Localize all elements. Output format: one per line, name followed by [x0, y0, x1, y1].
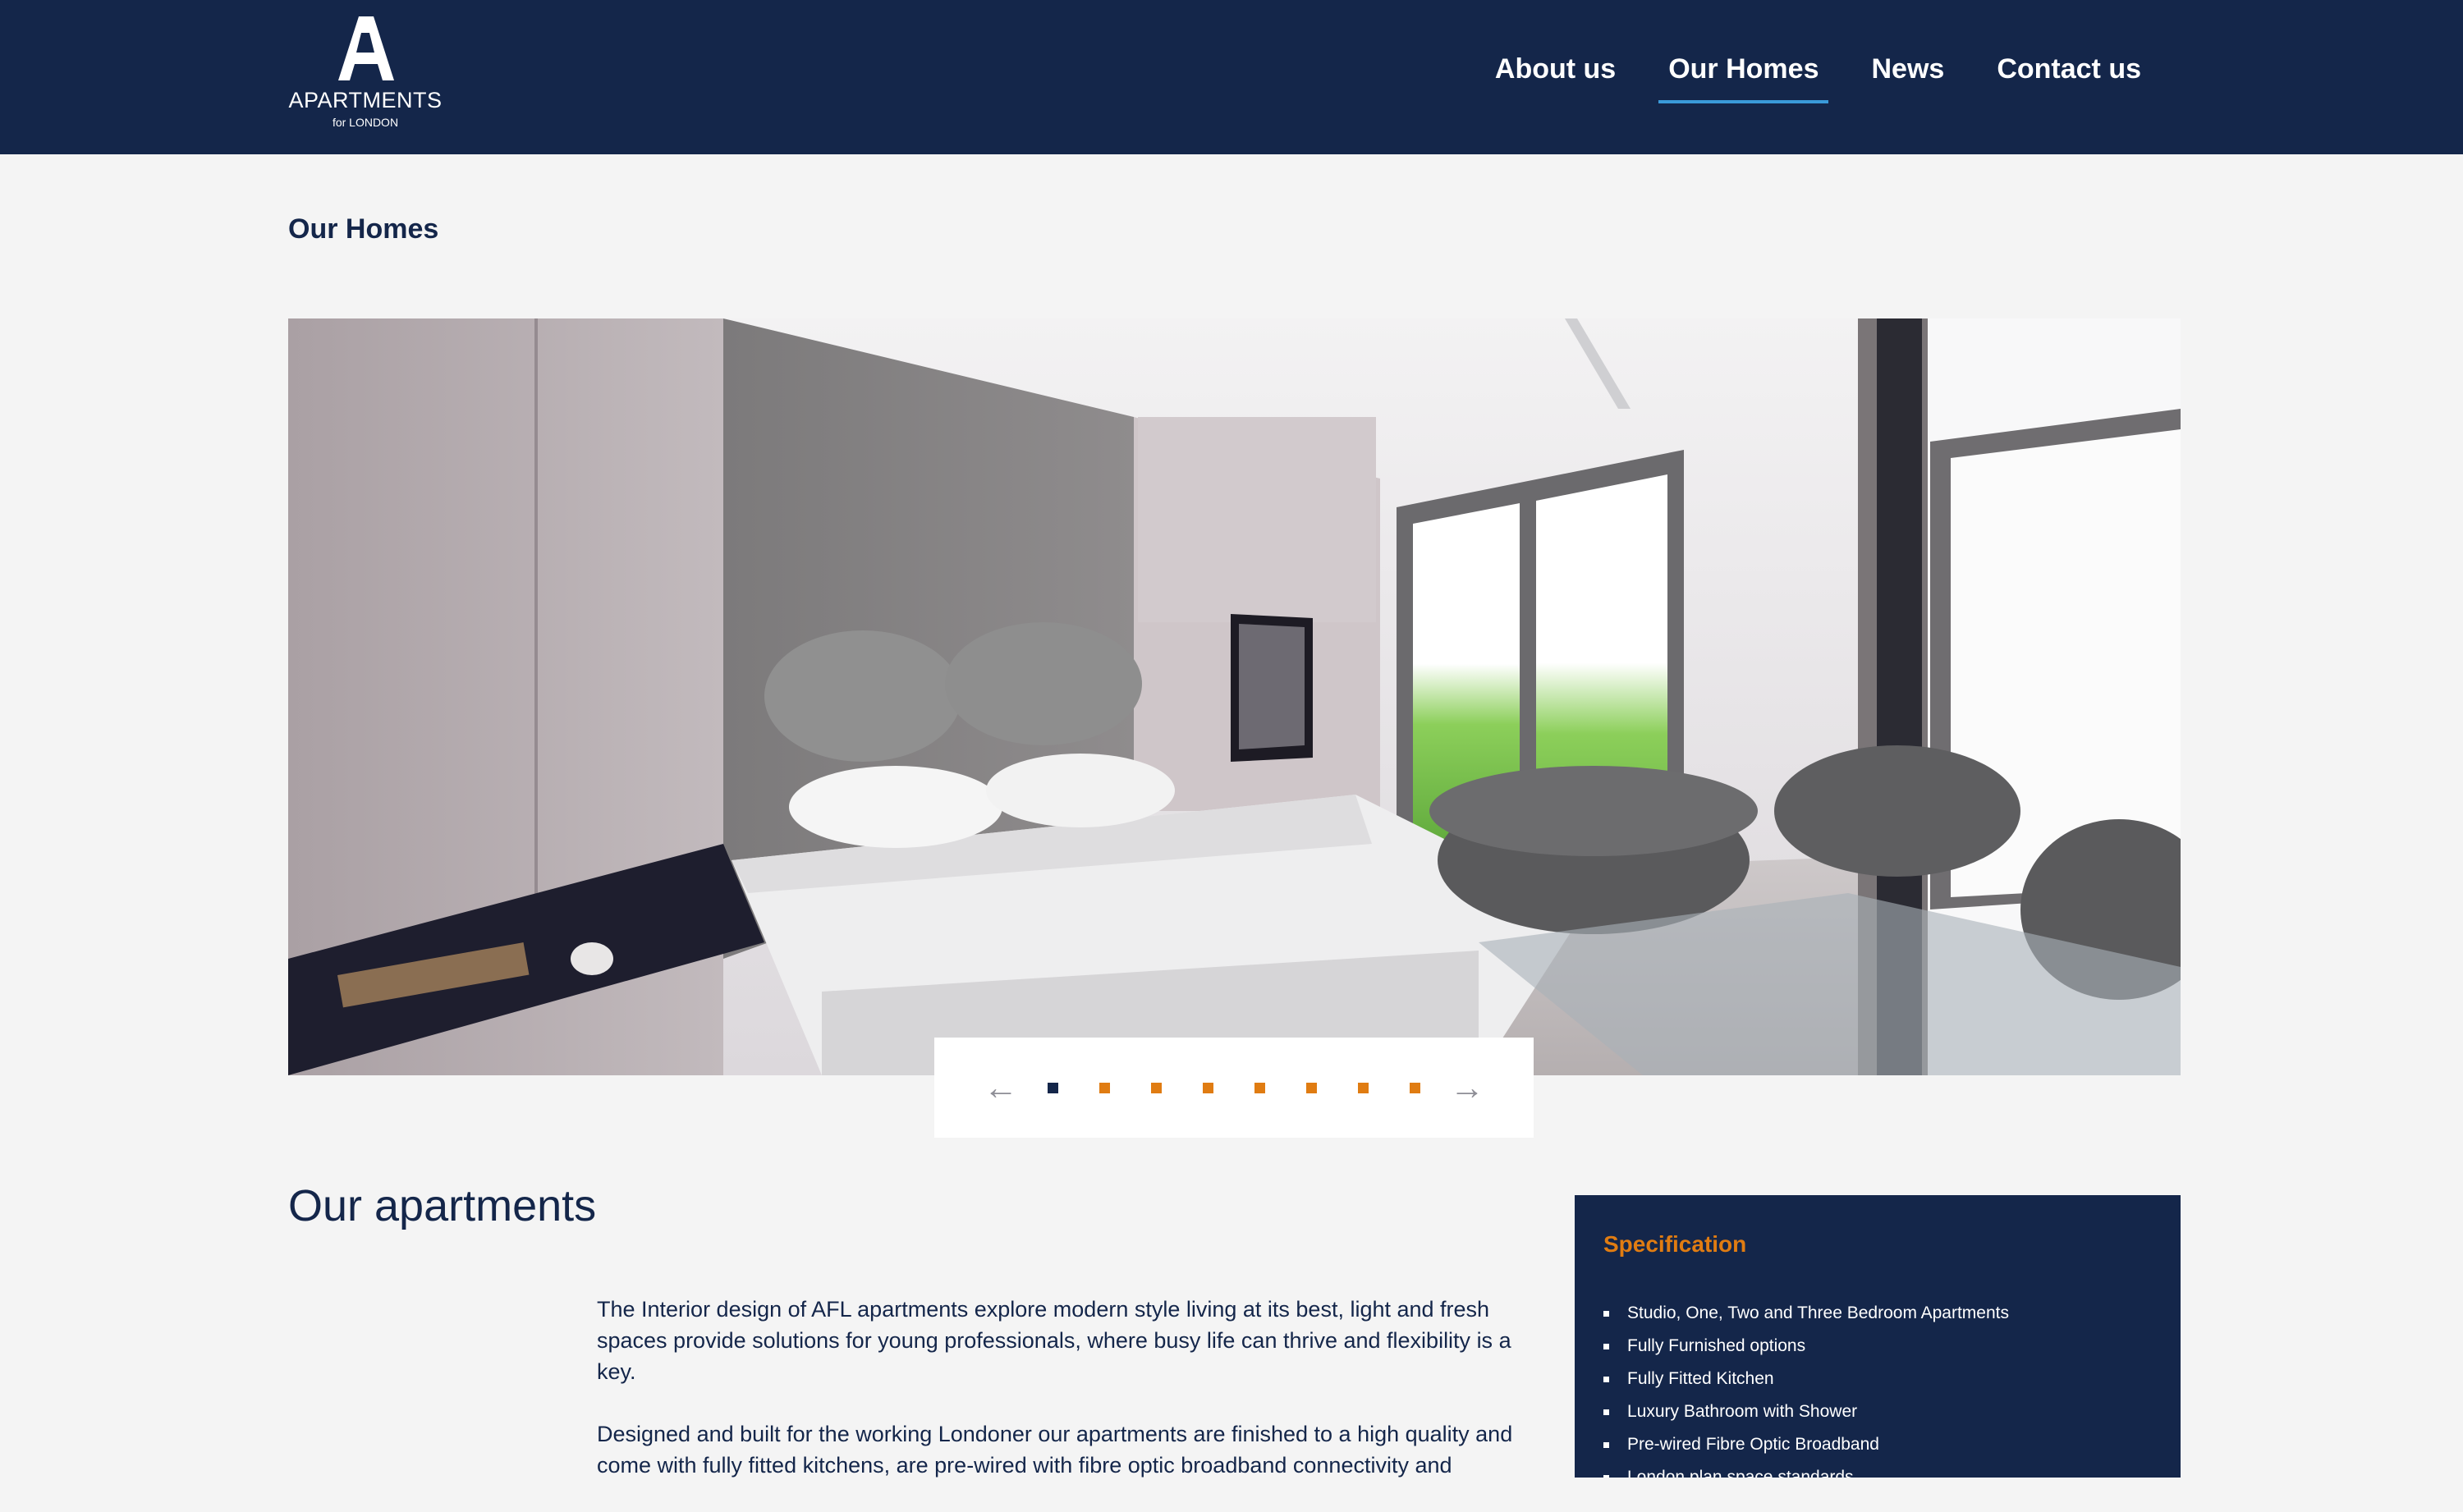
nav-our-homes[interactable]: Our Homes: [1642, 48, 1845, 103]
spec-item: Luxury Bathroom with Shower: [1603, 1395, 2009, 1428]
slider-dot-5[interactable]: [1254, 1082, 1265, 1093]
spec-item: Pre-wired Fibre Optic Broadband: [1603, 1428, 2009, 1461]
slider-dot-2[interactable]: [1099, 1082, 1110, 1093]
spec-item: Fully Fitted Kitchen: [1603, 1363, 2009, 1395]
apartments-intro: The Interior design of AFL apartments ex…: [597, 1294, 1541, 1512]
site-logo[interactable]: APARTMENTS for LONDON: [287, 16, 443, 135]
slider-dot-4[interactable]: [1203, 1082, 1213, 1093]
slider-prev-arrow-icon[interactable]: ←: [975, 1070, 1027, 1105]
site-header: APARTMENTS for LONDON About us Our Homes…: [0, 0, 2463, 154]
logo-name: APARTMENTS: [288, 88, 443, 112]
specification-panel: Specification Studio, One, Two and Three…: [1575, 1195, 2181, 1478]
slider-controls: ← →: [934, 1038, 1534, 1138]
specification-title: Specification: [1603, 1231, 1747, 1257]
main-nav: About us Our Homes News Contact us: [1469, 48, 2167, 103]
slider-dot-7[interactable]: [1358, 1082, 1369, 1093]
spec-item: Fully Furnished options: [1603, 1330, 2009, 1363]
slider-dot-8[interactable]: [1410, 1082, 1420, 1093]
slider-next-arrow-icon[interactable]: →: [1441, 1070, 1493, 1105]
slider-dot-3[interactable]: [1151, 1082, 1162, 1093]
page-title: Our Homes: [288, 213, 439, 245]
apartments-paragraph-2: Designed and built for the working Londo…: [597, 1422, 1513, 1478]
logo-subtitle: for LONDON: [332, 116, 399, 129]
nav-news[interactable]: News: [1845, 48, 1970, 90]
specification-list: Studio, One, Two and Three Bedroom Apart…: [1603, 1297, 2009, 1478]
spec-item: Studio, One, Two and Three Bedroom Apart…: [1603, 1297, 2009, 1330]
apartments-paragraph-1: The Interior design of AFL apartments ex…: [597, 1297, 1511, 1384]
image-slider[interactable]: [288, 318, 2181, 1075]
slider-dot-6[interactable]: [1306, 1082, 1317, 1093]
slide-image-bedroom: [288, 318, 2181, 1075]
apartments-heading: Our apartments: [288, 1181, 597, 1230]
spec-item: London plan space standards: [1603, 1461, 2009, 1478]
logo-a-mark-icon: [338, 16, 394, 80]
slider-dot-1[interactable]: [1048, 1082, 1058, 1093]
nav-about-us[interactable]: About us: [1469, 48, 1642, 90]
nav-contact-us[interactable]: Contact us: [1970, 48, 2167, 90]
